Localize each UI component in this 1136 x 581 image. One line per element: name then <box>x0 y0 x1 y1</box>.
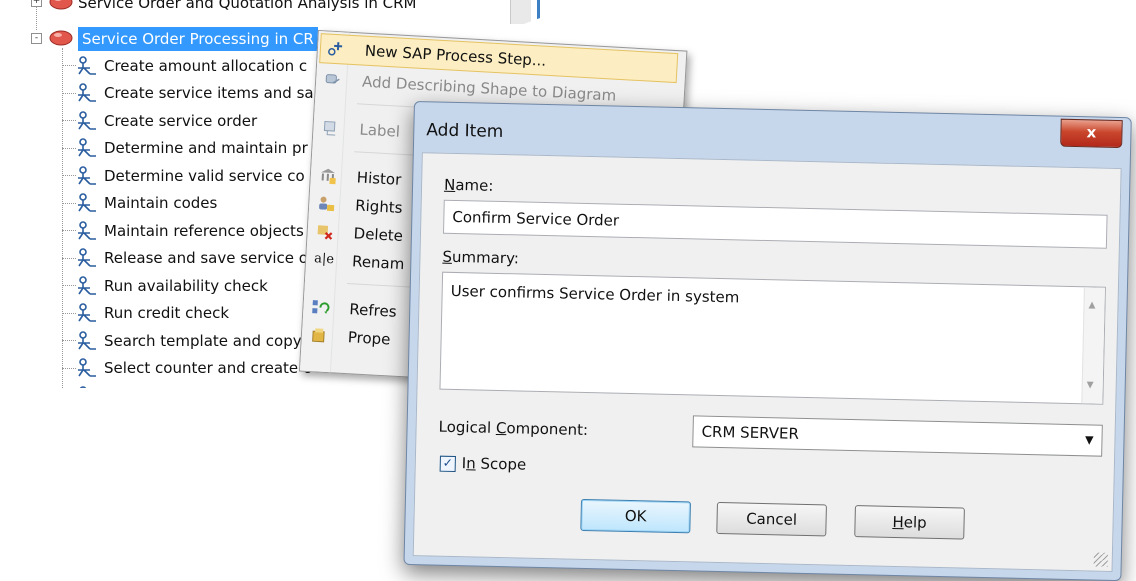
new-step-icon <box>326 40 345 59</box>
logical-component-value: CRM SERVER <box>701 422 800 443</box>
tree-item-label: Run availability check <box>104 276 268 295</box>
logical-component-label: Logical Component: <box>438 417 589 440</box>
tree-item-label: Release and save service or <box>104 249 315 267</box>
tree-item-label: Create service order <box>104 111 258 130</box>
tree-item-step[interactable]: Maintain codes <box>74 191 217 215</box>
process-step-icon <box>74 385 100 388</box>
tree-item-label: Select product or service item <box>104 384 330 389</box>
history-icon <box>318 166 337 185</box>
dialog-body: Name: Confirm Service Order Summary: Use… <box>412 152 1122 572</box>
tree-item-label: Search template and copy <box>104 331 302 350</box>
menu-item-label: Histor <box>356 168 402 189</box>
tree-item-label: Maintain codes <box>104 194 218 212</box>
process-step-icon <box>74 275 100 297</box>
close-icon: x <box>1086 123 1097 142</box>
tree-item-step[interactable]: Select product or service item <box>74 383 330 388</box>
tree-item-label: Determine and maintain pr <box>104 139 308 157</box>
rights-icon <box>317 194 336 213</box>
tree-item-step[interactable]: Maintain reference objects <box>74 218 304 242</box>
summary-label: Summary: <box>442 247 520 268</box>
name-field[interactable]: Confirm Service Order <box>442 199 1108 249</box>
summary-text: User confirms Service Order in system <box>450 281 740 307</box>
help-button[interactable]: Help <box>854 505 965 540</box>
process-step-icon <box>74 192 100 214</box>
process-step-icon <box>74 302 100 324</box>
scenario-icon <box>48 28 74 50</box>
add-item-dialog: Add Item x Name: Confirm Service Order S… <box>403 101 1132 581</box>
tree-item-step[interactable]: Release and save service or <box>74 246 314 270</box>
tree-item-label: Run credit check <box>104 304 230 322</box>
tree-item-label: Create service items and sa <box>104 84 314 102</box>
process-step-icon <box>74 247 100 269</box>
menu-item-label: Label <box>359 120 401 141</box>
tree-item-step[interactable]: Select counter and create c <box>74 356 311 380</box>
scroll-up-icon[interactable]: ▲ <box>1088 295 1095 315</box>
summary-textarea[interactable]: User confirms Service Order in system ▲ … <box>439 271 1106 405</box>
tree-item-step[interactable]: Run availability check <box>74 273 268 297</box>
dialog-title: Add Item <box>426 120 504 143</box>
tree-item-step[interactable]: Create service order <box>74 108 257 132</box>
tree-item-step[interactable]: Run credit check <box>74 301 229 325</box>
chevron-down-icon: ▼ <box>1084 433 1094 447</box>
delete-icon <box>315 222 334 241</box>
tree-connector <box>62 48 63 388</box>
ok-button[interactable]: OK <box>580 498 691 534</box>
menu-item-label: Delete <box>353 224 404 246</box>
shape-icon <box>324 70 343 89</box>
in-scope-checkbox[interactable]: ✓ <box>439 455 456 473</box>
tree-item-label: Create amount allocation c <box>104 56 308 75</box>
tree-item-step[interactable]: Create service items and sa <box>74 81 314 105</box>
process-step-icon <box>74 110 100 132</box>
process-step-icon <box>74 220 100 242</box>
tree-scrollbar[interactable] <box>510 0 531 24</box>
tree-item-step[interactable]: Search template and copy <box>74 328 302 352</box>
tree-item-scenario[interactable]: Service Order and Quotation Analysis in … <box>48 0 417 14</box>
properties-icon <box>309 326 328 345</box>
tree-item-scenario-selected[interactable]: Service Order Processing in CR <box>48 26 318 51</box>
tree-item-label: Maintain reference objects <box>104 221 304 240</box>
menu-item-label: Prope <box>347 328 391 349</box>
process-step-icon <box>74 357 100 379</box>
tree-item-step[interactable]: Determine and maintain pr <box>74 136 308 160</box>
menu-item-label: Renam <box>351 252 405 274</box>
close-button[interactable]: x <box>1060 118 1123 149</box>
tree-item-label: Select counter and create c <box>104 359 312 377</box>
expand-toggle[interactable]: + <box>31 0 42 7</box>
checkmark-icon: ✓ <box>442 455 453 470</box>
summary-scrollbar[interactable]: ▲ ▼ <box>1081 287 1105 404</box>
in-scope-label[interactable]: In Scope <box>462 454 527 473</box>
side-panel-header <box>537 0 540 40</box>
resize-grip[interactable] <box>1093 552 1108 567</box>
process-step-icon <box>74 82 100 104</box>
process-step-icon <box>74 330 100 352</box>
collapse-toggle[interactable]: - <box>31 33 42 44</box>
process-step-icon <box>74 137 100 159</box>
menu-item-label: Rights <box>354 196 404 217</box>
cancel-button[interactable]: Cancel <box>716 501 827 537</box>
refresh-icon <box>311 298 330 317</box>
label-icon <box>321 118 340 137</box>
menu-item-label: Refres <box>348 300 398 321</box>
tree-item-step[interactable]: Determine valid service co <box>74 163 305 187</box>
scroll-down-icon[interactable]: ▼ <box>1086 375 1094 395</box>
tree-item-label: Determine valid service co <box>104 166 305 185</box>
logical-component-select[interactable]: CRM SERVER ▼ <box>692 415 1103 457</box>
process-step-icon <box>74 165 100 187</box>
name-label: Name: <box>443 175 494 195</box>
tree-item-step[interactable]: Create amount allocation c <box>74 53 307 77</box>
scenario-icon <box>48 0 74 14</box>
process-step-icon <box>74 55 100 77</box>
rename-icon: a|e <box>313 251 335 268</box>
